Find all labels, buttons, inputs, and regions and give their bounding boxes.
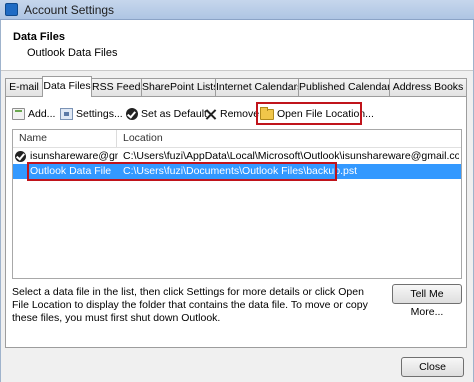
column-header-name[interactable]: Name [13, 130, 117, 147]
settings-icon [60, 108, 73, 120]
data-files-list[interactable]: Name Location isunshareware@gm... C:\Use… [12, 129, 462, 279]
account-settings-window: Data Files Outlook Data Files E-mail Dat… [0, 20, 474, 382]
tab-internet-calendars[interactable]: Internet Calendars [215, 78, 302, 96]
set-as-default-label: Set as Default [141, 108, 207, 120]
tab-email[interactable]: E-mail [5, 78, 43, 96]
tab-rss-feeds[interactable]: RSS Feeds [91, 78, 146, 96]
outlook-app-icon [5, 3, 18, 16]
data-files-panel: Add... Settings... Set as Default Remove… [5, 96, 467, 348]
tell-me-more-button[interactable]: Tell Me More... [392, 284, 462, 318]
remove-button[interactable]: Remove [206, 105, 259, 123]
close-button[interactable]: Close [401, 357, 464, 377]
column-header-location[interactable]: Location [117, 130, 461, 147]
open-file-location-highlight [256, 102, 362, 125]
help-description: Select a data file in the list, then cli… [12, 286, 368, 324]
tab-sharepoint-lists[interactable]: SharePoint Lists [141, 78, 218, 96]
tab-data-files[interactable]: Data Files [42, 76, 92, 97]
header-subtitle: Outlook Data Files [27, 47, 118, 59]
header-divider [1, 70, 473, 71]
default-file-check-icon [15, 151, 26, 162]
remove-x-icon [206, 109, 217, 120]
selected-row-highlight [27, 162, 337, 181]
remove-label: Remove [220, 108, 260, 120]
add-label: Add... [28, 108, 56, 120]
tab-published-calendars[interactable]: Published Calendars [298, 78, 396, 96]
header-title: Data Files [13, 31, 65, 43]
tab-address-books[interactable]: Address Books [389, 78, 467, 96]
window-title: Account Settings [24, 3, 115, 17]
list-header-divider [13, 147, 461, 148]
settings-label: Settings... [76, 108, 123, 120]
set-as-default-button[interactable]: Set as Default [126, 105, 207, 123]
settings-button[interactable]: Settings... [60, 105, 123, 123]
dialog-header: Data Files Outlook Data Files [1, 20, 473, 70]
title-bar: Account Settings [0, 0, 474, 20]
add-file-icon [12, 108, 25, 120]
add-button[interactable]: Add... [12, 105, 55, 123]
default-check-icon [126, 108, 138, 120]
